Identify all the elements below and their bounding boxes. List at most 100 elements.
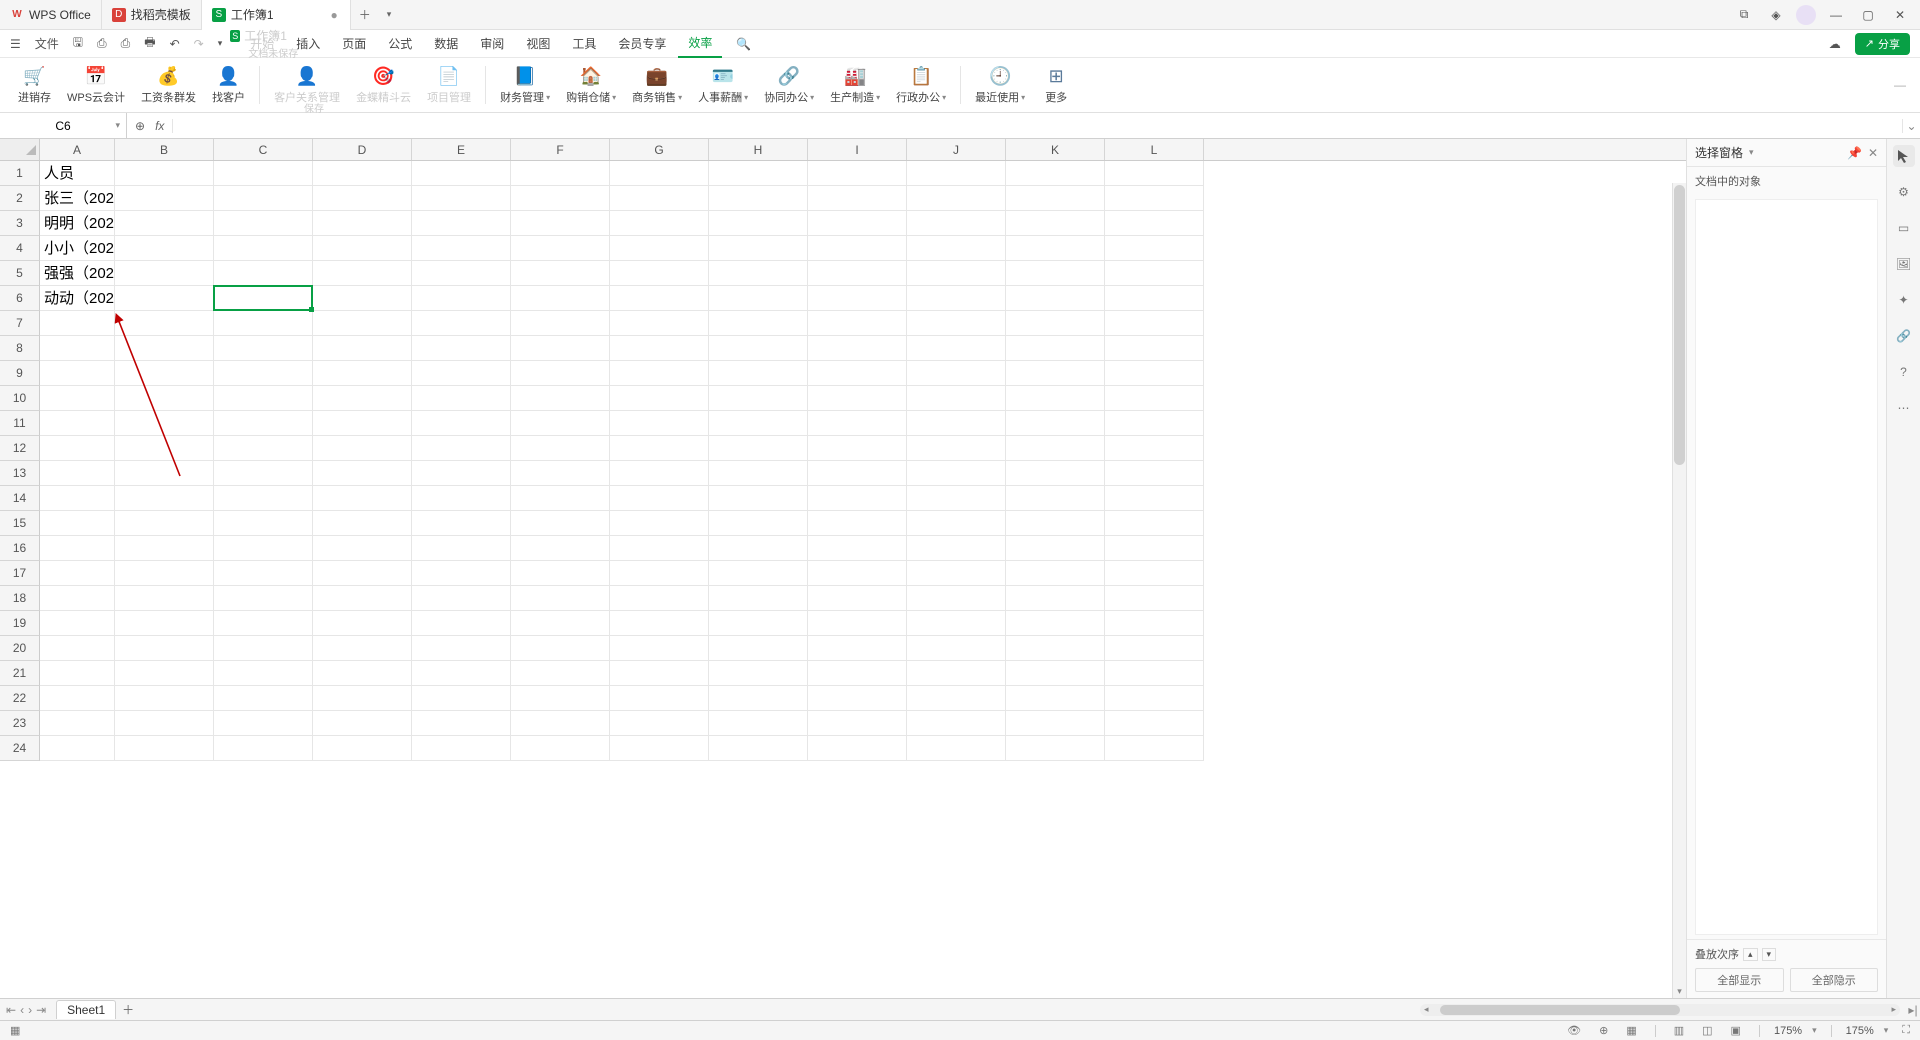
cell-B5[interactable]	[115, 261, 214, 286]
cell-K3[interactable]	[1006, 211, 1105, 236]
cell-H18[interactable]	[709, 586, 808, 611]
menu-data[interactable]: 数据	[424, 30, 468, 57]
cell-B19[interactable]	[115, 611, 214, 636]
col-header-B[interactable]: B	[115, 139, 214, 160]
settings-slider-icon[interactable]: ⚙	[1893, 181, 1915, 203]
menu-start[interactable]: 开始	[240, 30, 284, 57]
cell-A22[interactable]	[40, 686, 115, 711]
cell-J23[interactable]	[907, 711, 1006, 736]
col-header-A[interactable]: A	[40, 139, 115, 160]
name-box[interactable]: ▾	[0, 113, 127, 138]
cell-D23[interactable]	[313, 711, 412, 736]
cell-H11[interactable]	[709, 411, 808, 436]
cell-H3[interactable]	[709, 211, 808, 236]
panel-close-icon[interactable]: ✕	[1868, 146, 1878, 160]
cell-A5[interactable]: 强强（2021）	[40, 261, 115, 286]
cell-A14[interactable]	[40, 486, 115, 511]
sheet-next-icon[interactable]: ›	[28, 1003, 32, 1017]
cell-C14[interactable]	[214, 486, 313, 511]
cell-A6[interactable]: 动动（2023）	[40, 286, 115, 311]
cell-K15[interactable]	[1006, 511, 1105, 536]
cell-G16[interactable]	[610, 536, 709, 561]
cell-D16[interactable]	[313, 536, 412, 561]
cell-B20[interactable]	[115, 636, 214, 661]
ribbon-人事薪酬[interactable]: 🪪人事薪酬▾	[690, 63, 756, 107]
cell-F10[interactable]	[511, 386, 610, 411]
cell-A3[interactable]: 明明（2022）	[40, 211, 115, 236]
close-icon[interactable]: ✕	[1888, 3, 1912, 27]
cell-C23[interactable]	[214, 711, 313, 736]
cell-H20[interactable]	[709, 636, 808, 661]
cell-B11[interactable]	[115, 411, 214, 436]
cell-E7[interactable]	[412, 311, 511, 336]
cell-F18[interactable]	[511, 586, 610, 611]
cell-A16[interactable]	[40, 536, 115, 561]
cell-J24[interactable]	[907, 736, 1006, 761]
cell-H23[interactable]	[709, 711, 808, 736]
cell-L14[interactable]	[1105, 486, 1204, 511]
cell-I3[interactable]	[808, 211, 907, 236]
cell-D24[interactable]	[313, 736, 412, 761]
zoom-lens-icon[interactable]: ⊕	[135, 119, 145, 133]
ribbon-更多[interactable]: ⊞更多	[1033, 63, 1079, 107]
menu-insert[interactable]: 插入	[286, 30, 330, 57]
cell-L24[interactable]	[1105, 736, 1204, 761]
cell-K12[interactable]	[1006, 436, 1105, 461]
cell-I23[interactable]	[808, 711, 907, 736]
cell-K6[interactable]	[1006, 286, 1105, 311]
tab-list-button[interactable]: ▾	[379, 9, 400, 20]
cell-E2[interactable]	[412, 186, 511, 211]
cell-C10[interactable]	[214, 386, 313, 411]
cell-G5[interactable]	[610, 261, 709, 286]
cell-B13[interactable]	[115, 461, 214, 486]
more-icon[interactable]: ⋯	[1893, 397, 1915, 419]
cell-D9[interactable]	[313, 361, 412, 386]
cell-E4[interactable]	[412, 236, 511, 261]
cell-D14[interactable]	[313, 486, 412, 511]
cell-J4[interactable]	[907, 236, 1006, 261]
help-icon[interactable]: ?	[1893, 361, 1915, 383]
cell-K11[interactable]	[1006, 411, 1105, 436]
cell-I5[interactable]	[808, 261, 907, 286]
cell-E20[interactable]	[412, 636, 511, 661]
cell-K8[interactable]	[1006, 336, 1105, 361]
cell-J10[interactable]	[907, 386, 1006, 411]
eye-icon[interactable]: 👁	[1563, 1024, 1585, 1037]
cell-E6[interactable]	[412, 286, 511, 311]
avatar-icon[interactable]	[1796, 5, 1816, 25]
cell-C3[interactable]	[214, 211, 313, 236]
cell-K22[interactable]	[1006, 686, 1105, 711]
cell-L20[interactable]	[1105, 636, 1204, 661]
cell-F20[interactable]	[511, 636, 610, 661]
cell-K18[interactable]	[1006, 586, 1105, 611]
cell-L21[interactable]	[1105, 661, 1204, 686]
cell-I19[interactable]	[808, 611, 907, 636]
cell-A4[interactable]: 小小（2022）	[40, 236, 115, 261]
ribbon-协同办公[interactable]: 🔗协同办公▾	[756, 63, 822, 107]
cell-L5[interactable]	[1105, 261, 1204, 286]
fullscreen-icon[interactable]: ⛶	[1898, 1024, 1914, 1037]
cell-J21[interactable]	[907, 661, 1006, 686]
save-icon[interactable]: 🖫	[67, 29, 89, 58]
cell-B7[interactable]	[115, 311, 214, 336]
cell-G23[interactable]	[610, 711, 709, 736]
ribbon-购销仓储[interactable]: 🏠购销仓储▾	[558, 63, 624, 107]
cell-J9[interactable]	[907, 361, 1006, 386]
cell-A11[interactable]	[40, 411, 115, 436]
cell-K19[interactable]	[1006, 611, 1105, 636]
cell-L10[interactable]	[1105, 386, 1204, 411]
cell-B16[interactable]	[115, 536, 214, 561]
cell-C13[interactable]	[214, 461, 313, 486]
cell-G8[interactable]	[610, 336, 709, 361]
cell-B8[interactable]	[115, 336, 214, 361]
scroll-down-icon[interactable]: ▾	[1673, 986, 1686, 998]
cell-E1[interactable]	[412, 161, 511, 186]
cell-G12[interactable]	[610, 436, 709, 461]
cell-B1[interactable]	[115, 161, 214, 186]
cell-B17[interactable]	[115, 561, 214, 586]
ribbon-找客户[interactable]: 👤找客户	[204, 63, 253, 107]
cell-H8[interactable]	[709, 336, 808, 361]
cell-G11[interactable]	[610, 411, 709, 436]
cell-G17[interactable]	[610, 561, 709, 586]
cell-G4[interactable]	[610, 236, 709, 261]
